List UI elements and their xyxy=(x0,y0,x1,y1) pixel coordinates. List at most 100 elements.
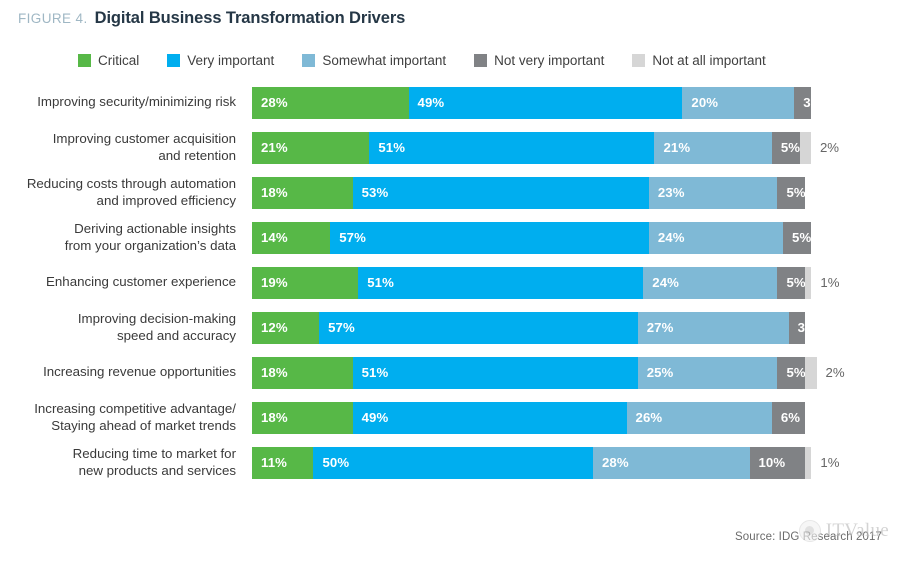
segment-value-label: 28% xyxy=(261,95,288,110)
row-category-label-line: new products and services xyxy=(78,462,236,478)
legend-item[interactable]: Somewhat important xyxy=(302,53,446,68)
stacked-bar: 11% 50% 28% 10% 1% xyxy=(252,446,840,479)
segment-outside-label: 1% xyxy=(820,455,840,470)
stacked-bar: 18% 53% 23% 5% xyxy=(252,176,806,209)
segment-value-label: 49% xyxy=(417,95,445,110)
segment-value-label: 3% xyxy=(797,320,806,335)
segment-value-label: 20% xyxy=(691,95,719,110)
bar-segment: 49% xyxy=(352,401,627,434)
bar-segment: 24% xyxy=(648,221,784,254)
legend-item[interactable]: Critical xyxy=(78,53,139,68)
legend-item-label: Critical xyxy=(98,53,140,68)
bar-segment: 6% xyxy=(771,401,806,434)
row-category-label-line: Improving customer acquisition xyxy=(52,131,236,146)
segment-value-label: 24% xyxy=(657,230,685,245)
bar-segment: 10% xyxy=(749,446,806,479)
segment-value-label: 28% xyxy=(601,455,629,470)
chart-row: Reducing time to market for new products … xyxy=(0,444,899,481)
segment-value-label: 18% xyxy=(261,365,288,380)
bar-segment: 20% xyxy=(682,86,795,119)
row-spacer xyxy=(0,166,899,174)
row-category-label-line: Increasing revenue opportunities xyxy=(43,364,236,380)
bar-segment: 18% xyxy=(252,356,353,389)
row-category-label-line: Increasing competitive advantage/ xyxy=(34,401,236,416)
segment-value-label: 11% xyxy=(261,455,287,470)
legend-item-label: Somewhat important xyxy=(322,53,447,68)
segment-value-label: 57% xyxy=(328,320,355,335)
row-category-label-line: Staying ahead of market trends xyxy=(51,417,236,433)
segment-value-label: 53% xyxy=(361,185,389,200)
segment-value-label: 18% xyxy=(261,185,288,200)
bar-segment: 12% xyxy=(252,311,320,344)
segment-value-label: 5% xyxy=(780,140,800,155)
stacked-bar: 18% 51% 25% 5% 2% xyxy=(252,356,845,389)
bar-segment: 23% xyxy=(648,176,778,209)
page-title: Digital Business Transformation Drivers xyxy=(94,9,406,27)
segment-value-label: 5% xyxy=(786,185,806,200)
bar-segment: 5% xyxy=(771,131,800,164)
row-category-label-line: speed and accuracy xyxy=(116,327,236,343)
segment-outside-label: 2% xyxy=(819,140,839,155)
bar-segment: 5% xyxy=(777,176,806,209)
bar-segment xyxy=(799,131,811,164)
legend-item-label: Very important xyxy=(187,53,275,68)
row-category-label-line: Enhancing customer experience xyxy=(46,274,236,290)
bar-segment: 18% xyxy=(252,176,353,209)
bar-segment: 50% xyxy=(313,446,593,479)
segment-value-label: 5% xyxy=(786,275,806,290)
stacked-bar: 18% 49% 26% 6% xyxy=(252,401,806,434)
segment-value-label: 3% xyxy=(803,95,811,110)
segment-value-label: 21% xyxy=(663,140,691,155)
bar-segment: 28% xyxy=(252,86,409,119)
chart-legend: Critical Very important Somewhat important… xyxy=(78,53,889,68)
segment-value-label: 23% xyxy=(657,185,685,200)
row-category-label-line: Reducing costs through automation xyxy=(26,176,236,191)
segment-value-label: 12% xyxy=(261,320,288,335)
row-category-label: Reducing time to market for new products … xyxy=(0,446,252,479)
legend-item[interactable]: Not at all important xyxy=(632,53,766,68)
row-category-label: Improving decision-making speed and accur… xyxy=(0,311,252,344)
legend-swatch-icon xyxy=(78,54,91,67)
stacked-bar: 12% 57% 27% 3% xyxy=(252,311,806,344)
row-category-label-line: Deriving actionable insights xyxy=(74,221,236,236)
row-category-label: Increasing competitive advantage/Staying… xyxy=(0,401,252,434)
row-category-label-line: from your organization’s data xyxy=(64,237,236,253)
legend-item[interactable]: Very important xyxy=(167,53,274,68)
legend-swatch-icon xyxy=(302,54,316,67)
row-category-label-line: Improving decision-making xyxy=(77,311,236,326)
segment-value-label: 51% xyxy=(378,140,406,155)
bar-segment: 14% xyxy=(252,221,331,254)
stacked-bar: 21% 51% 21% 5% 2% xyxy=(252,131,839,164)
chart-row: Increasing revenue opportunities 18% 51% 25… xyxy=(0,354,899,391)
bar-segment: 24% xyxy=(643,266,778,299)
bar-segment: 26% xyxy=(626,401,772,434)
segment-value-label: 25% xyxy=(646,365,674,380)
source-note: Source: IDG Research 2017 xyxy=(735,531,882,543)
row-category-label-line: and improved efficiency xyxy=(96,192,236,208)
segment-value-label: 50% xyxy=(322,455,350,470)
chart-row: Enhancing customer experience 19% 51% 24% 5%… xyxy=(0,264,899,301)
chart-row: Increasing competitive advantage/Staying… xyxy=(0,399,899,436)
row-spacer xyxy=(0,256,899,264)
legend-item[interactable]: Not very important xyxy=(474,53,604,68)
row-spacer xyxy=(0,346,899,354)
stacked-bar: 14% 57% 24% 5% xyxy=(252,221,811,254)
legend-swatch-icon xyxy=(632,54,646,67)
bar-segment: 53% xyxy=(352,176,649,209)
bar-segment: 5% xyxy=(783,221,811,254)
bar-segment xyxy=(805,356,817,389)
bar-segment: 19% xyxy=(252,266,359,299)
stacked-bar: 19% 51% 24% 5% 1% xyxy=(252,266,839,299)
bar-segment: 49% xyxy=(408,86,683,119)
bar-segment: 5% xyxy=(777,356,806,389)
row-spacer xyxy=(0,301,899,309)
legend-item-label: Not at all important xyxy=(652,53,766,68)
segment-value-label: 10% xyxy=(758,455,786,470)
legend-swatch-icon xyxy=(167,54,181,67)
segment-value-label: 27% xyxy=(646,320,674,335)
bar-segment: 3% xyxy=(794,86,811,119)
figure-header: FIGURE 4. Digital Business Transformatio… xyxy=(18,9,405,28)
row-spacer xyxy=(0,121,899,129)
bar-segment xyxy=(805,446,812,479)
bar-segment: 27% xyxy=(637,311,789,344)
